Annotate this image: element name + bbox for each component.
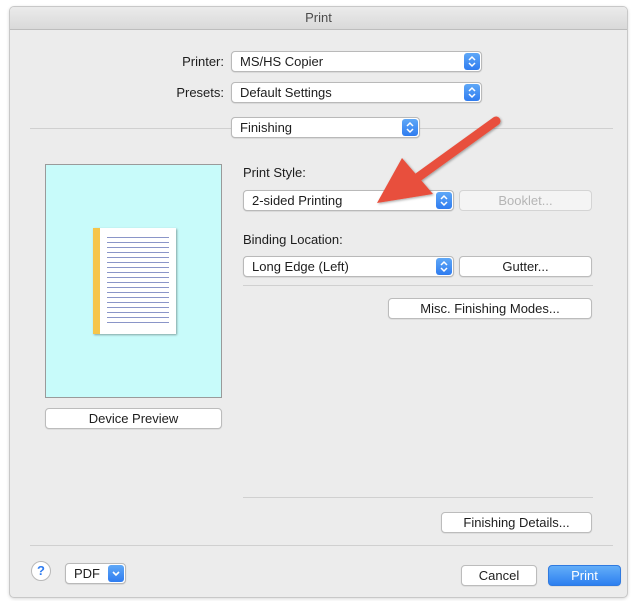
popup-arrows-icon [464,84,480,101]
section-popup[interactable]: Finishing [231,117,420,138]
separator [243,497,593,498]
binding-location-value: Long Edge (Left) [252,259,349,274]
print-style-popup[interactable]: 2-sided Printing [243,190,454,211]
printer-label: Printer: [182,54,224,69]
print-style-label: Print Style: [243,165,306,180]
presets-value: Default Settings [240,85,332,100]
misc-finishing-modes-button[interactable]: Misc. Finishing Modes... [388,298,592,319]
help-button[interactable]: ? [31,561,51,581]
presets-label: Presets: [176,85,224,100]
device-preview-button[interactable]: Device Preview [45,408,222,429]
window-title: Print [10,7,627,30]
chevron-down-icon [108,565,124,582]
print-style-value: 2-sided Printing [252,193,343,208]
pdf-label: PDF [74,566,100,581]
printer-popup[interactable]: MS/HS Copier [231,51,482,72]
separator [243,285,593,286]
print-dialog: Print Printer: MS/HS Copier Presets: Def… [9,6,628,598]
document-preview [45,164,222,398]
cancel-button[interactable]: Cancel [461,565,537,586]
finishing-details-button[interactable]: Finishing Details... [441,512,592,533]
section-value: Finishing [240,120,293,135]
separator [30,545,613,546]
page-preview-icon [93,228,176,334]
popup-arrows-icon [436,192,452,209]
booklet-button[interactable]: Booklet... [459,190,592,211]
binding-location-label: Binding Location: [243,232,343,247]
popup-arrows-icon [464,53,480,70]
presets-popup[interactable]: Default Settings [231,82,482,103]
printer-value: MS/HS Copier [240,54,324,69]
pdf-menu-button[interactable]: PDF [65,563,126,584]
binding-location-popup[interactable]: Long Edge (Left) [243,256,454,277]
popup-arrows-icon [436,258,452,275]
print-button[interactable]: Print [548,565,621,586]
binding-edge [93,228,100,334]
gutter-button[interactable]: Gutter... [459,256,592,277]
popup-arrows-icon [402,119,418,136]
